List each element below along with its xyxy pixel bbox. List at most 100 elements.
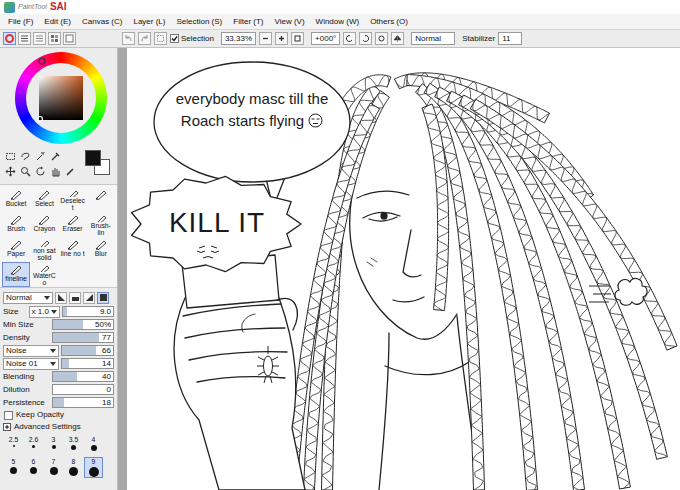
- hsv-slider-tab-icon[interactable]: [33, 32, 46, 45]
- menu-item[interactable]: Others (O): [370, 17, 408, 27]
- brush-slot[interactable]: Brush: [2, 212, 30, 237]
- zoom-icon[interactable]: [19, 165, 32, 178]
- rotate-reset-icon[interactable]: [375, 32, 388, 45]
- zoom-reset-icon[interactable]: [291, 32, 304, 45]
- rotate-icon[interactable]: [34, 165, 47, 178]
- scratchpad-tab-icon[interactable]: [63, 32, 76, 45]
- undo-icon[interactable]: [122, 32, 135, 45]
- dropdown-caret-icon: [44, 296, 50, 300]
- slider-track[interactable]: 18: [52, 397, 114, 408]
- brush-icon: [94, 239, 108, 250]
- brush-slot[interactable]: Paper: [2, 237, 30, 262]
- tip-shape-button[interactable]: [69, 292, 81, 304]
- brush-slot[interactable]: fineline: [2, 262, 30, 287]
- slider-track[interactable]: 9.0: [62, 306, 114, 317]
- dreadlock-coil: [461, 100, 667, 457]
- redo-icon[interactable]: [138, 32, 151, 45]
- eyedropper-icon[interactable]: [49, 150, 62, 163]
- brush-size[interactable]: 9: [84, 457, 103, 478]
- brush-slot[interactable]: [87, 187, 115, 212]
- rotate-left-icon[interactable]: [343, 32, 356, 45]
- menu-item[interactable]: Filter (T): [233, 17, 263, 27]
- color-wheel-tab-icon[interactable]: [3, 32, 16, 45]
- brush-size[interactable]: 5: [4, 457, 23, 478]
- brush-slot[interactable]: Brush-lin: [87, 212, 115, 237]
- foreground-color[interactable]: [85, 150, 101, 166]
- brush-slot[interactable]: Deselect: [59, 187, 87, 212]
- slider-track[interactable]: 77: [52, 332, 114, 343]
- picker-icon[interactable]: [64, 165, 77, 178]
- brush-size[interactable]: 8: [64, 457, 83, 478]
- brush-mode-select[interactable]: Normal: [3, 292, 53, 304]
- brush-size[interactable]: 4: [84, 435, 103, 456]
- rect-select-icon[interactable]: [4, 150, 17, 163]
- brush-size[interactable]: 6: [24, 457, 43, 478]
- selection-checkbox[interactable]: [170, 34, 179, 43]
- texture-name: Noise: [6, 346, 48, 356]
- move-icon[interactable]: [4, 165, 17, 178]
- zoom-in-icon[interactable]: [275, 32, 288, 45]
- stabilizer-field[interactable]: 11: [498, 32, 522, 45]
- tip-shape-button[interactable]: [55, 292, 67, 304]
- magic-wand-icon[interactable]: [34, 150, 47, 163]
- brush-slot[interactable]: Crayon: [30, 212, 58, 237]
- brush-slot[interactable]: line no t: [59, 237, 87, 262]
- menu-item[interactable]: Layer (L): [133, 17, 165, 27]
- tip-shape-button[interactable]: [97, 292, 109, 304]
- rotate-right-icon[interactable]: [359, 32, 372, 45]
- slider-track[interactable]: 14: [61, 358, 114, 369]
- brush-settings: Min Size50%Density77Noise66Noise 0114Ble…: [0, 318, 117, 409]
- brush-body: [11, 191, 21, 200]
- brush-size[interactable]: 7: [44, 457, 63, 478]
- expand-icon[interactable]: [3, 423, 11, 431]
- swatches-tab-icon[interactable]: [48, 32, 61, 45]
- texture-select[interactable]: Noise: [3, 345, 59, 357]
- menu-item[interactable]: Canvas (C): [82, 17, 122, 27]
- saturation-value-square[interactable]: [39, 76, 83, 120]
- brush-slot[interactable]: non sat solid: [30, 237, 58, 262]
- blend-mode-select[interactable]: Normal: [411, 32, 455, 45]
- slider-track[interactable]: 50%: [52, 319, 114, 330]
- rotation-field[interactable]: +000°: [311, 32, 340, 45]
- brush-slot[interactable]: Select: [30, 187, 58, 212]
- brush-tip: [11, 248, 13, 250]
- canvas[interactable]: everybody masc till the Roach starts fly…: [127, 48, 680, 490]
- brush-size[interactable]: 2.5: [4, 435, 23, 456]
- deselect-icon[interactable]: [154, 32, 167, 45]
- menu-item[interactable]: Edit (E): [44, 17, 71, 27]
- brush-size[interactable]: 3: [44, 435, 63, 456]
- dropdown-row: Noise 0114: [0, 357, 117, 370]
- menu-item[interactable]: File (F): [8, 17, 33, 27]
- menu-item[interactable]: Selection (S): [176, 17, 222, 27]
- color-wheel[interactable]: [0, 48, 117, 148]
- hand-icon[interactable]: [49, 165, 62, 178]
- keep-opacity-checkbox[interactable]: [4, 411, 13, 420]
- size-multiplier-select[interactable]: x 1.0: [29, 306, 60, 318]
- brush-size-dot: [32, 445, 35, 448]
- texture-select[interactable]: Noise 01: [3, 358, 59, 370]
- brush-body: [39, 216, 49, 225]
- advanced-settings-row[interactable]: Advanced Settings: [0, 421, 117, 433]
- zoom-out-icon[interactable]: [259, 32, 272, 45]
- slider-track[interactable]: 66: [61, 345, 114, 356]
- puff-icon: [589, 279, 647, 306]
- menu-item[interactable]: Window (W): [316, 17, 360, 27]
- brush-slot[interactable]: WaterCo: [30, 262, 58, 287]
- dreadlock-coil: [473, 104, 676, 346]
- brush-mode-text: Normal: [6, 293, 42, 303]
- dreadlock: [422, 104, 449, 311]
- brush-tip: [39, 198, 41, 200]
- brush-slot[interactable]: Blur: [87, 237, 115, 262]
- flip-icon[interactable]: [391, 32, 404, 45]
- brush-size[interactable]: 3.5: [64, 435, 83, 456]
- rgb-slider-tab-icon[interactable]: [18, 32, 31, 45]
- tip-shape-button[interactable]: [83, 292, 95, 304]
- zoom-field[interactable]: 33.33%: [221, 32, 256, 45]
- brush-size[interactable]: 2.6: [24, 435, 43, 456]
- slider-track[interactable]: 0: [52, 384, 114, 395]
- lasso-icon[interactable]: [19, 150, 32, 163]
- menu-item[interactable]: View (V): [274, 17, 304, 27]
- brush-slot[interactable]: Eraser: [59, 212, 87, 237]
- slider-track[interactable]: 40: [52, 371, 114, 382]
- brush-slot[interactable]: Bucket: [2, 187, 30, 212]
